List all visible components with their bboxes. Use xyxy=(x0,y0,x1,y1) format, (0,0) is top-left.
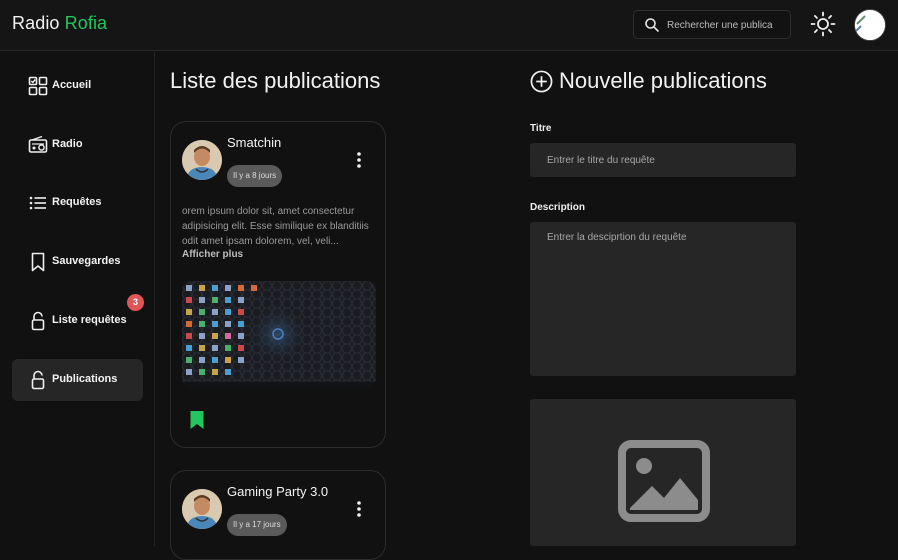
lock-icon xyxy=(31,311,45,331)
publication-description: orem ipsum dolor sit, amet consectetur a… xyxy=(182,206,369,247)
sidebar-item-label: Sauvegardes xyxy=(52,255,121,267)
search-box[interactable] xyxy=(633,10,791,39)
sidebar-item-label: Liste requêtes xyxy=(52,314,127,326)
dashboard-icon xyxy=(28,76,48,96)
new-publication-title: Nouvelle publications xyxy=(530,68,767,94)
image-placeholder-icon xyxy=(618,440,710,522)
publication-title: Smatchin xyxy=(227,135,282,150)
brand-main: Radio xyxy=(12,13,60,33)
sidebar-item-label: Radio xyxy=(52,138,83,150)
sidebar-item-accueil[interactable]: Accueil xyxy=(12,65,143,107)
avatar-photo-icon xyxy=(182,489,222,529)
sun-icon[interactable] xyxy=(810,11,836,37)
desktop-screenshot-image xyxy=(182,281,376,388)
new-publication-title-text: Nouvelle publications xyxy=(559,68,767,93)
publication-card[interactable]: Gaming Party 3.0 Il y a 17 jours xyxy=(170,470,386,560)
app-brand[interactable]: Radio Rofia xyxy=(12,13,107,34)
author-avatar xyxy=(182,489,222,529)
notification-badge: 3 xyxy=(127,294,144,311)
publications-list-title: Liste des publications xyxy=(170,68,381,93)
publication-time-badge: Il y a 17 jours xyxy=(227,514,287,536)
more-vertical-icon[interactable] xyxy=(349,150,369,170)
top-bar: Radio Rofia xyxy=(0,0,898,51)
publication-card[interactable]: Smatchin Il y a 8 jours orem ipsum dolor… xyxy=(170,121,386,448)
sidebar-item-liste-requetes[interactable]: Liste requêtes xyxy=(12,300,143,342)
avatar-photo-icon xyxy=(182,140,222,180)
publication-title: Gaming Party 3.0 xyxy=(227,484,329,499)
author-avatar xyxy=(182,140,222,180)
description-input[interactable] xyxy=(530,222,796,376)
more-vertical-icon[interactable] xyxy=(349,499,369,519)
lock-icon xyxy=(31,370,45,390)
publication-time-badge: Il y a 8 jours xyxy=(227,165,283,187)
description-label: Description xyxy=(530,202,586,213)
sidebar-item-requetes[interactable]: Requêtes xyxy=(12,182,143,224)
sidebar-item-publications[interactable]: Publications xyxy=(12,359,143,401)
radio-icon xyxy=(28,135,48,153)
publication-image[interactable] xyxy=(182,281,376,388)
bookmark-saved-icon[interactable] xyxy=(189,410,205,430)
avatar-image-icon xyxy=(855,10,885,40)
list-icon xyxy=(29,196,46,210)
sidebar-item-sauvegardes[interactable]: Sauvegardes xyxy=(12,241,143,283)
add-circle-icon xyxy=(530,70,553,92)
title-input[interactable] xyxy=(530,143,796,177)
sidebar-item-label: Requêtes xyxy=(52,196,102,208)
sidebar-item-label: Publications xyxy=(52,373,118,385)
search-input[interactable] xyxy=(667,16,785,34)
user-avatar[interactable] xyxy=(854,9,886,41)
image-upload-area[interactable] xyxy=(530,399,796,546)
search-icon xyxy=(645,18,659,32)
title-label: Titre xyxy=(530,123,552,134)
brand-accent: Rofia xyxy=(64,13,108,33)
sidebar-item-radio[interactable]: Radio xyxy=(12,124,143,166)
bookmark-icon xyxy=(31,252,45,272)
show-more-link[interactable]: Afficher plus xyxy=(182,249,243,260)
sidebar-item-label: Accueil xyxy=(52,79,92,91)
